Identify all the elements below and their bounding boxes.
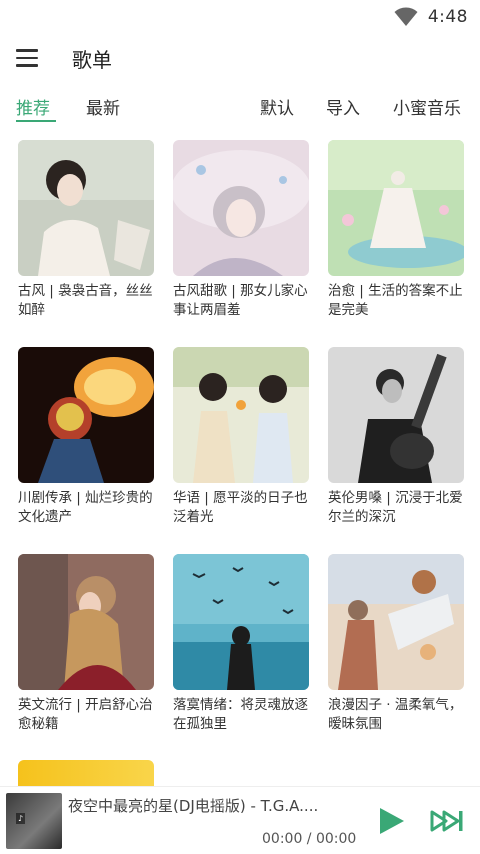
playlist-caption: 英文流行 | 开启舒心治愈秘籍 — [18, 697, 153, 732]
playlist-card[interactable]: 华语 | 愿平淡的日子也泛着光 — [173, 347, 309, 527]
playlist-cover — [328, 140, 464, 276]
playlist-cover — [173, 140, 309, 276]
track-time: 00:00 / 00:00 — [262, 831, 357, 847]
next-track-icon[interactable] — [430, 808, 464, 834]
player-cover[interactable]: ♪ — [6, 792, 62, 849]
tab-bar: 推荐 最新 默认 导入 小蜜音乐 — [0, 86, 480, 126]
active-tab-indicator — [16, 120, 56, 122]
playlist-card[interactable]: 治愈 | 生活的答案不止是完美 — [328, 140, 464, 320]
playlist-cover — [18, 347, 154, 483]
playlist-card[interactable]: 落寞情绪：将灵魂放逐在孤独里 — [173, 554, 309, 734]
playlist-card[interactable]: 英文流行 | 开启舒心治愈秘籍 — [18, 554, 154, 734]
playlist-card[interactable]: 古风 | 袅袅古音，丝丝如醉 — [18, 140, 154, 320]
playlist-caption: 古风甜歌 | 那女儿家心事让两眉羞 — [173, 283, 308, 318]
mini-player[interactable]: ♪ 夜空中最亮的星(DJ电摇版) - T.G.A.... — [0, 786, 480, 854]
wifi-icon — [394, 7, 418, 26]
sort-default-button[interactable]: 默认 — [260, 94, 294, 119]
player-info: 夜空中最亮的星(DJ电摇版) - T.G.A.... — [68, 795, 358, 816]
status-bar: 4:48 — [0, 0, 480, 34]
playlist-caption: 古风 | 袅袅古音，丝丝如醉 — [18, 283, 153, 318]
tab-latest[interactable]: 最新 — [86, 94, 120, 119]
playlist-caption: 治愈 | 生活的答案不止是完美 — [328, 283, 463, 318]
playlist-caption: 落寞情绪：将灵魂放逐在孤独里 — [173, 697, 308, 732]
xiaomi-music-button[interactable]: 小蜜音乐 — [393, 94, 461, 119]
tab-recommended[interactable]: 推荐 — [16, 94, 50, 119]
playlist-card[interactable]: 古风甜歌 | 那女儿家心事让两眉羞 — [173, 140, 309, 320]
play-icon[interactable] — [376, 806, 406, 836]
playlist-card[interactable]: 浪漫因子 · 温柔氧气，暧昧氛围 — [328, 554, 464, 734]
playlist-caption: 浪漫因子 · 温柔氧气，暧昧氛围 — [328, 697, 463, 732]
playlist-cover — [173, 347, 309, 483]
app-bar: 歌单 — [0, 34, 480, 82]
playlist-card[interactable]: 英伦男嗓 | 沉浸于北爱尔兰的深沉 — [328, 347, 464, 527]
track-title: 夜空中最亮的星(DJ电摇版) - T.G.A.... — [68, 797, 319, 815]
playlist-cover — [328, 554, 464, 690]
page-title: 歌单 — [72, 47, 112, 72]
playlist-caption: 华语 | 愿平淡的日子也泛着光 — [173, 490, 308, 525]
playlist-cover — [173, 554, 309, 690]
playlist-cover — [328, 347, 464, 483]
playlist-cover — [18, 554, 154, 690]
cover-label: ♪ — [16, 812, 26, 824]
status-time: 4:48 — [427, 7, 468, 27]
playlist-caption: 川剧传承 | 灿烂珍贵的文化遗产 — [18, 490, 153, 525]
menu-icon[interactable] — [16, 42, 48, 74]
playlist-caption: 英伦男嗓 | 沉浸于北爱尔兰的深沉 — [328, 490, 463, 525]
playlist-cover — [18, 140, 154, 276]
playlist-card[interactable]: 川剧传承 | 灿烂珍贵的文化遗产 — [18, 347, 154, 527]
import-button[interactable]: 导入 — [326, 94, 360, 119]
